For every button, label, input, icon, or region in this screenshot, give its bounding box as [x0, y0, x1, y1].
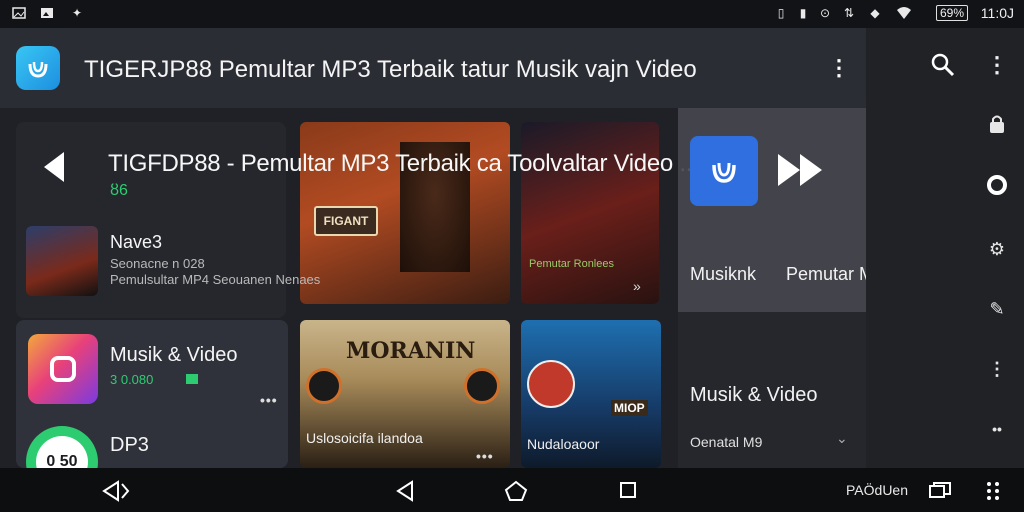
back-volume-icon[interactable] — [100, 480, 130, 502]
now-playing-header: TIGFDP88 - Pemultar MP3 Terbaik ca Toolv… — [18, 126, 699, 216]
back-icon[interactable] — [394, 480, 416, 502]
wifi-icon — [896, 6, 911, 20]
more-horiz-icon[interactable]: ••• — [260, 392, 278, 408]
grid-card-3-caption: Uslosoicifa ilandoa — [306, 430, 423, 446]
image-notification-icon — [12, 6, 26, 20]
status-badge — [186, 374, 198, 384]
search-icon[interactable] — [930, 52, 956, 78]
more-vert-icon[interactable]: ⋮ — [828, 52, 850, 84]
grid-card-2-caption: Pemutar Ronlees — [529, 258, 614, 270]
home-icon[interactable] — [504, 480, 528, 502]
list-item-title: Nave3 — [110, 232, 163, 252]
more-horiz-icon[interactable]: ••• — [476, 448, 494, 464]
status-bar: ✦ ▯ ▮ ⊙ ⇅ ◆ 69% 11:0J — [0, 0, 1024, 28]
panel-label-left: Musiknk — [690, 264, 757, 284]
list-item-thumbnail[interactable] — [26, 226, 98, 296]
grid-card-4[interactable]: MIOP Nudaloaoor — [521, 320, 661, 468]
panel-section-title: Musik & Video — [690, 384, 818, 406]
right-rail: ⋮ ⚙ ✎ ⋮ •• — [866, 28, 1024, 468]
battery-indicator: 69% — [935, 5, 968, 21]
more-vert-icon[interactable]: ⋮ — [986, 358, 1008, 380]
more-vert-icon[interactable]: ⋮ — [986, 50, 1008, 80]
list-item-line1: Seonacne n 028 — [110, 256, 205, 271]
list-item-line2: Pemulsultar MP4 Seouanen Nenaes — [110, 272, 321, 287]
side-panel-lower: Musik & Video Oenatal M9 ⌄ — [678, 312, 866, 468]
game-notification-icon: ✦ — [71, 6, 83, 20]
grid-card-3-title: MORANIN — [346, 338, 476, 364]
chevron-down-icon[interactable]: ⌄ — [836, 430, 848, 447]
player-app-icon[interactable] — [690, 136, 758, 206]
back-arrow-icon[interactable] — [40, 150, 68, 184]
shield-icon: ◆ — [870, 6, 880, 20]
vinyl-badge-icon — [527, 360, 575, 408]
photo-notification-icon — [40, 6, 54, 20]
vibrate-icon: ▯ — [777, 6, 785, 20]
grid-card-3[interactable]: MORANIN Uslosoicifa ilandoa ••• — [300, 320, 510, 468]
pin-icon[interactable]: ✎ — [986, 298, 1008, 320]
now-playing-title: TIGFDP88 - Pemultar MP3 Terbaik ca Toolv… — [108, 150, 699, 177]
multi-window-icon[interactable] — [928, 480, 951, 502]
now-playing-subtitle: ȣ6 — [110, 182, 128, 199]
app-logo-icon[interactable] — [16, 46, 60, 90]
status-time: 11:0J — [980, 5, 1014, 21]
alarm-icon: ⊙ — [819, 6, 831, 20]
lock-icon[interactable] — [986, 114, 1008, 136]
nav-bar-label: PAÖdUen — [846, 482, 908, 498]
data-icon: ⇅ — [843, 6, 855, 20]
musik-video-app-icon[interactable] — [28, 334, 98, 404]
grid-card-4-badge: MIOP — [611, 400, 648, 416]
more-horiz-icon[interactable]: •• — [986, 418, 1008, 440]
signal-bars-icon: ▮ — [799, 6, 807, 20]
speaker-left-icon — [306, 368, 342, 404]
list-item-title: Musik & Video — [110, 344, 238, 366]
keyboard-grid-icon[interactable] — [984, 480, 1006, 502]
recents-icon[interactable] — [618, 480, 640, 502]
app-bar: TIGERJP88 Pemultar MP3 Terbaik tatur Mus… — [0, 28, 866, 108]
side-overlay-panel: Musiknk Pemutar MP3 — [678, 108, 896, 312]
record-icon[interactable] — [986, 174, 1008, 196]
list-item-title: DP3 — [110, 434, 149, 456]
system-nav-bar: PAÖdUen — [0, 468, 1024, 512]
forward-icon[interactable]: » — [633, 278, 641, 294]
grid-card-4-caption: Nudaloaoor — [527, 436, 600, 452]
gear-icon[interactable]: ⚙ — [986, 238, 1008, 260]
speaker-right-icon — [464, 368, 500, 404]
list-item-line1: 3 0.080 — [110, 372, 154, 387]
app-title: TIGERJP88 Pemultar MP3 Terbaik tatur Mus… — [84, 56, 697, 83]
fast-forward-icon[interactable] — [776, 150, 826, 190]
panel-dropdown-value[interactable]: Oenatal M9 — [690, 434, 762, 450]
